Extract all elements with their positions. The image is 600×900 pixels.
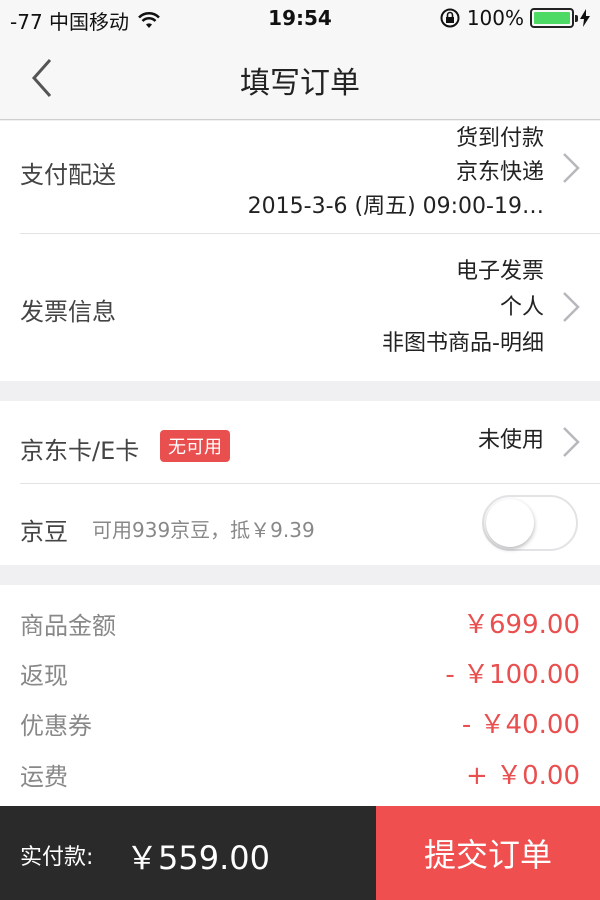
delivery-time-value: 2015-3-6 (周五) 09:00-19… (247, 194, 544, 219)
checkout-bar: 实付款: ￥559.00 提交订单 (0, 806, 600, 900)
nav-bar: 填写订单 (0, 40, 600, 120)
discount-section: 京东卡/E卡 无可用 未使用 京豆 可用939京豆，抵￥9.39 (0, 401, 600, 565)
toggle-knob (486, 499, 534, 547)
payment-total-area: 实付款: ￥559.00 (0, 806, 376, 900)
summary-label-cashback: 返现 (20, 662, 68, 690)
price-summary-section: 商品金额 ￥699.00 返现 - ￥100.00 优惠券 - ￥40.00 运… (0, 585, 600, 806)
jd-card-value: 未使用 (477, 428, 544, 453)
invoice-title-value: 个人 (499, 295, 544, 320)
payment-total-amount: ￥559.00 (126, 839, 270, 877)
jd-beans-hint: 可用939京豆，抵￥9.39 (92, 518, 315, 542)
rotation-lock-icon (440, 8, 460, 28)
jd-card-row[interactable]: 京东卡/E卡 无可用 未使用 (0, 401, 600, 483)
summary-value-goods: ￥699.00 (463, 610, 580, 640)
summary-label-coupon: 优惠券 (20, 712, 92, 740)
summary-value-coupon: - ￥40.00 (461, 710, 580, 740)
payment-method-value: 货到付款 (455, 126, 544, 151)
chevron-right-icon (563, 292, 580, 322)
payment-total-label: 实付款: (20, 845, 94, 870)
status-badge: 无可用 (160, 430, 230, 462)
invoice-content-value: 非图书商品-明细 (382, 331, 544, 356)
invoice-row[interactable]: 发票信息 电子发票 个人 非图书商品-明细 (0, 234, 600, 381)
jd-card-label: 京东卡/E卡 (20, 437, 140, 465)
status-bar: -77 中国移动 19:54 100% (0, 0, 600, 40)
battery-percent: 100% (466, 6, 524, 30)
summary-value-shipping: + ￥0.00 (466, 761, 580, 791)
battery-icon (530, 8, 578, 28)
page-title: 填写订单 (240, 66, 360, 101)
order-info-section: 支付配送 货到付款 京东快递 2015-3-6 (周五) 09:00-19… 发… (0, 121, 600, 381)
charging-icon (580, 9, 590, 27)
status-right: 100% (439, 6, 590, 30)
jd-beans-toggle[interactable] (482, 495, 578, 551)
chevron-right-icon (563, 153, 580, 183)
chevron-right-icon (563, 427, 580, 457)
summary-label-shipping: 运费 (20, 763, 68, 791)
payment-delivery-row[interactable]: 支付配送 货到付款 京东快递 2015-3-6 (周五) 09:00-19… (0, 121, 600, 233)
submit-order-button[interactable]: 提交订单 (376, 806, 600, 900)
summary-label-goods: 商品金额 (20, 612, 116, 640)
summary-value-cashback: - ￥100.00 (445, 660, 580, 690)
payment-delivery-label: 支付配送 (20, 161, 116, 189)
invoice-type-value: 电子发票 (455, 259, 544, 284)
invoice-label: 发票信息 (20, 298, 116, 326)
jd-beans-label: 京豆 (20, 518, 68, 546)
jd-beans-row: 京豆 可用939京豆，抵￥9.39 (0, 484, 600, 565)
delivery-method-value: 京东快递 (455, 160, 544, 185)
